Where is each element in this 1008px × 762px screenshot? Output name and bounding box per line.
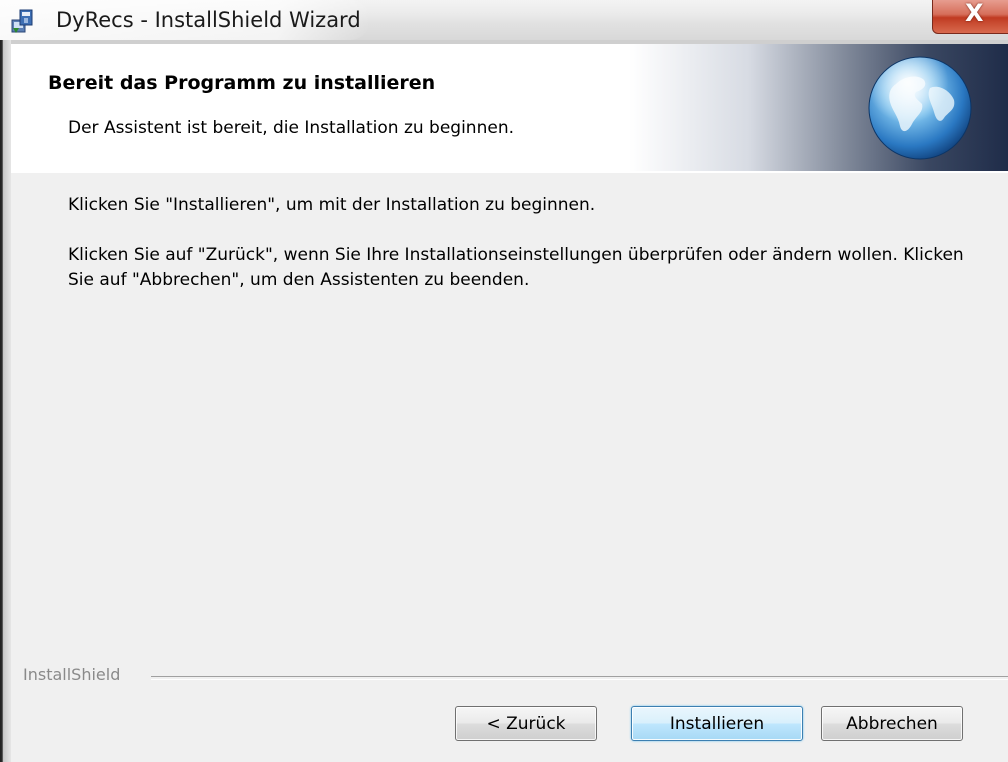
instruction-text-install: Klicken Sie "Installieren", um mit der I… — [68, 195, 596, 215]
page-subtitle: Der Assistent ist bereit, die Installati… — [68, 118, 514, 138]
window-frame-left — [0, 40, 11, 762]
globe-icon — [866, 54, 974, 162]
close-icon: X — [965, 0, 984, 27]
window-title: DyRecs - InstallShield Wizard — [56, 8, 361, 32]
install-button[interactable]: Installieren — [631, 706, 803, 741]
title-bar[interactable]: DyRecs - InstallShield Wizard X — [0, 0, 1008, 40]
header-banner: Bereit das Programm zu installieren Der … — [11, 44, 1008, 172]
installer-icon[interactable] — [10, 8, 36, 34]
close-button[interactable]: X — [932, 0, 1008, 34]
page-title: Bereit das Programm zu installieren — [48, 72, 436, 94]
back-button[interactable]: < Zurück — [455, 706, 597, 741]
wizard-body: Klicken Sie "Installieren", um mit der I… — [11, 173, 1008, 762]
installshield-wizard-window: DyRecs - InstallShield Wizard X Bereit d… — [0, 0, 1008, 762]
cancel-button[interactable]: Abbrechen — [821, 706, 963, 741]
installshield-brand-label: InstallShield — [23, 665, 127, 684]
footer-divider — [151, 676, 1008, 680]
instruction-text-back-cancel: Klicken Sie auf "Zurück", wenn Sie Ihre … — [68, 245, 964, 290]
